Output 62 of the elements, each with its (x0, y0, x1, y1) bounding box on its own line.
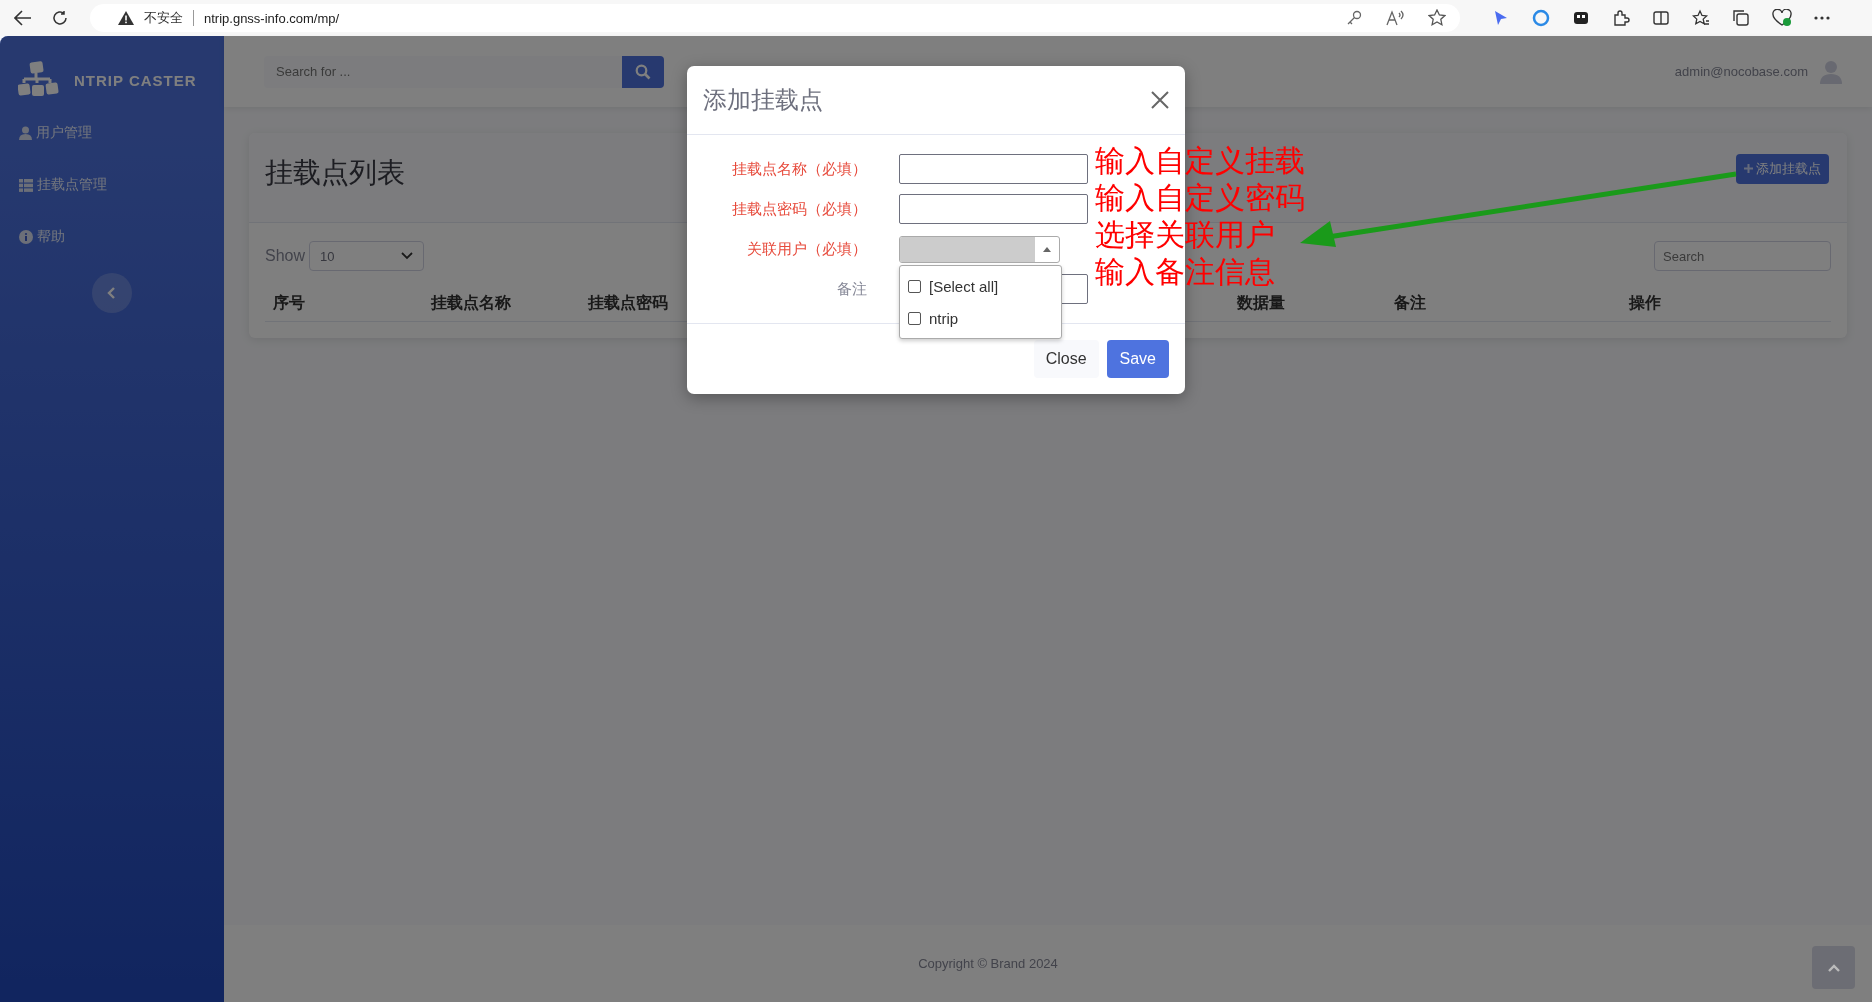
info-icon (19, 230, 33, 244)
security-label: 不安全 (144, 9, 183, 27)
refresh-icon[interactable] (52, 10, 68, 26)
table-search-field[interactable]: Search (1654, 241, 1831, 271)
url-text: ntrip.gnss-info.com/mp/ (204, 10, 340, 26)
annotation-text: 输入备注信息 (1095, 253, 1276, 290)
annotation-text: 选择关联用户 (1095, 216, 1276, 253)
search-icon (635, 63, 651, 80)
page-size-select[interactable]: 10 (309, 241, 425, 271)
user-icon (19, 126, 32, 140)
extension-icon[interactable] (1572, 9, 1590, 27)
annotation-text: 输入自定义密码 (1095, 179, 1305, 216)
sidebar-item[interactable]: 帮助 (0, 211, 224, 263)
chevron-up-icon (1827, 963, 1840, 972)
copyright-text: Copyright © Brand 2024 (918, 956, 1058, 971)
checkbox[interactable] (908, 279, 921, 293)
add-button[interactable]: 添加挂载点 (1736, 153, 1829, 184)
close-button[interactable]: Close (1033, 340, 1099, 378)
dropdown-option[interactable]: [Select all] (900, 270, 1061, 302)
column-header: 操作 (1627, 293, 1661, 313)
puzzle-icon[interactable] (1612, 9, 1630, 27)
column-header: 数据量 (1236, 293, 1285, 313)
show-label: Show (265, 247, 306, 265)
collections-icon[interactable] (1732, 9, 1750, 27)
chevron-down-icon (401, 252, 414, 260)
sitemap-icon (18, 61, 60, 99)
input-field[interactable] (899, 194, 1088, 224)
back-icon[interactable] (14, 10, 32, 26)
column-header: 备注 (1393, 293, 1426, 313)
brand-name: NTRIP CASTER (74, 71, 197, 89)
column-header: 挂载点名称 (429, 293, 511, 313)
address-bar[interactable]: 不安全 ntrip.gnss-info.com/mp/ (90, 4, 1460, 32)
close-icon[interactable] (1151, 91, 1169, 109)
search-button[interactable] (622, 55, 664, 88)
user-email[interactable]: admin@nocobase.com (1674, 64, 1808, 79)
column-header: 挂载点密码 (586, 293, 668, 313)
read-aloud-icon[interactable] (1386, 10, 1404, 26)
plus-icon (1744, 164, 1753, 173)
field-label: 备注 (836, 279, 868, 299)
table-icon (19, 178, 33, 192)
dialog-title: 添加挂载点 (703, 85, 823, 115)
split-screen-icon[interactable] (1652, 9, 1670, 27)
save-button[interactable]: Save (1106, 340, 1169, 378)
key-icon[interactable] (1346, 10, 1362, 26)
field-label: 关联用户（必填） (746, 239, 868, 259)
dropdown-option[interactable]: ntrip (900, 302, 1061, 334)
checkbox[interactable] (908, 311, 921, 325)
field-label: 挂载点密码（必填） (731, 199, 868, 219)
sidebar-item[interactable]: 挂载点管理 (0, 159, 224, 211)
input-field[interactable] (899, 154, 1088, 184)
column-header: 序号 (272, 293, 305, 313)
star-icon[interactable] (1428, 9, 1446, 27)
heart-icon[interactable] (1772, 9, 1792, 27)
field-label: 挂载点名称（必填） (731, 159, 868, 179)
chevron-left-icon (107, 287, 117, 299)
page-title: 挂载点列表 (265, 155, 405, 190)
warning-icon (118, 11, 134, 25)
sidebar-item[interactable]: 用户管理 (0, 107, 224, 159)
caret-up-icon (1043, 246, 1051, 252)
annotation-text: 输入自定义挂载 (1095, 142, 1305, 179)
favorites-icon[interactable] (1692, 9, 1710, 27)
more-icon[interactable] (1814, 16, 1830, 20)
